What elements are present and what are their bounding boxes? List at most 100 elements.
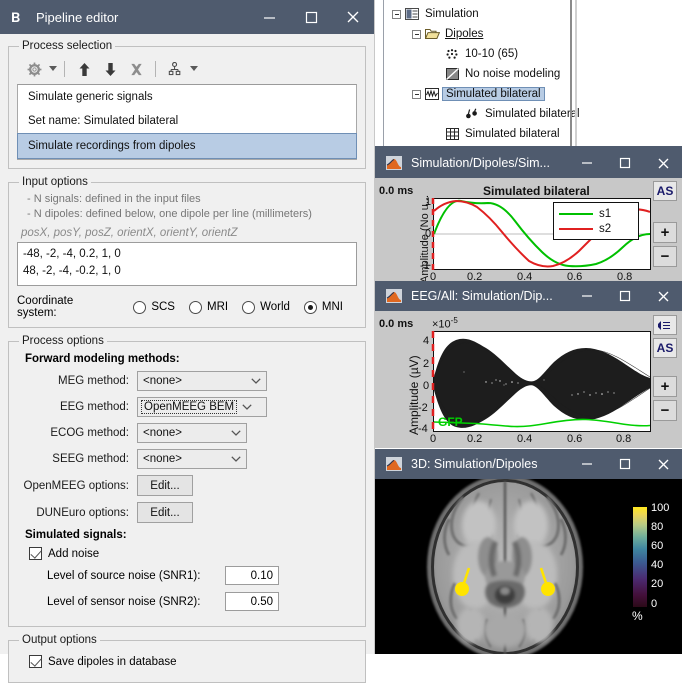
snr2-label: Level of sensor noise (SNR2): xyxy=(47,596,225,608)
input-options-group: Input options - N signals: defined in th… xyxy=(8,176,366,328)
eeg-xtick-0: 0 xyxy=(430,433,436,445)
close-button[interactable] xyxy=(644,281,682,311)
maximize-button[interactable] xyxy=(606,281,644,311)
auto-scale-button[interactable]: AS xyxy=(653,181,677,201)
pipeline-titlebar: 𝐁 Pipeline editor xyxy=(0,0,374,34)
ecog-method-select[interactable]: <none> xyxy=(137,423,247,443)
snr1-input[interactable]: 0.10 xyxy=(225,566,279,585)
minimize-button[interactable] xyxy=(568,449,606,479)
zoom-out-button[interactable]: − xyxy=(653,400,677,421)
zoom-out-button[interactable]: − xyxy=(653,246,677,267)
colorbar-tick-80: 80 xyxy=(651,522,663,533)
maximize-button[interactable] xyxy=(606,449,644,479)
database-tree-panel[interactable]: Simulation Dipoles xyxy=(375,0,682,152)
expander-icon[interactable] xyxy=(412,90,421,99)
minimize-button[interactable] xyxy=(568,148,606,178)
zoom-in-button[interactable]: + xyxy=(653,376,677,397)
radio-mri-dot xyxy=(189,301,202,314)
pipeline-title: Pipeline editor xyxy=(36,10,248,25)
tree-inner: Simulation Dipoles xyxy=(375,0,682,152)
matlab-icon xyxy=(385,154,403,172)
snr2-input[interactable]: 0.50 xyxy=(225,592,279,611)
eeg-ytick-4: 4 xyxy=(423,335,429,347)
signal-plot-title: Simulated bilateral xyxy=(483,184,590,198)
move-up-icon[interactable] xyxy=(71,58,97,80)
ecog-method-row: ECOG method: <none> xyxy=(17,423,357,443)
expander-icon[interactable] xyxy=(392,10,401,19)
radio-mri[interactable]: MRI xyxy=(189,301,228,314)
eeg-xtick-06: 0.6 xyxy=(567,433,582,445)
eeg-plot-area[interactable] xyxy=(433,331,651,432)
duneuro-edit-button[interactable]: Edit... xyxy=(137,502,193,523)
eeg-xtick-08: 0.8 xyxy=(616,433,631,445)
signal-time-cursor[interactable] xyxy=(431,198,435,270)
eeg-time-cursor[interactable] xyxy=(431,331,435,432)
close-button[interactable] xyxy=(644,148,682,178)
save-dipoles-checkbox[interactable]: Save dipoles in database xyxy=(29,655,357,668)
eeg-method-select[interactable]: OpenMEEG BEM xyxy=(137,397,267,417)
eeg-method-row: EEG method: OpenMEEG BEM xyxy=(17,397,357,417)
dipoles-textarea[interactable]: -48, -2, -4, 0.2, 1, 0 48, -2, -4, -0.2,… xyxy=(17,242,357,286)
radio-world-label: World xyxy=(260,301,290,313)
process-list[interactable]: Simulate generic signals Set name: Simul… xyxy=(17,84,357,160)
raw-data-icon xyxy=(424,87,440,101)
openmeeg-edit-button[interactable]: Edit... xyxy=(137,475,193,496)
tree-node-noise-modeling[interactable]: No noise modeling xyxy=(432,64,682,84)
tree-node-simulated-bilateral-dipoles[interactable]: Simulated bilateral xyxy=(452,104,682,124)
minimize-button[interactable] xyxy=(568,281,606,311)
zoom-in-button[interactable]: + xyxy=(653,222,677,243)
eeg-xtick-04: 0.4 xyxy=(517,433,532,445)
radio-world[interactable]: World xyxy=(242,301,290,314)
minimize-button[interactable] xyxy=(248,0,290,34)
dipole-line-0: -48, -2, -4, 0.2, 1, 0 xyxy=(23,246,351,263)
process-item-2[interactable]: Simulate recordings from dipoles xyxy=(17,133,357,159)
gear-dropdown-caret-icon[interactable] xyxy=(47,58,58,80)
process-selection-legend: Process selection xyxy=(19,40,115,52)
input-options-legend: Input options xyxy=(19,176,91,188)
maximize-button[interactable] xyxy=(290,0,332,34)
eeg-ytick-m4: -4 xyxy=(418,423,428,435)
process-item-1[interactable]: Set name: Simulated bilateral xyxy=(18,109,356,133)
close-button[interactable] xyxy=(332,0,374,34)
eeg-figure-title: EEG/All: Simulation/Dip... xyxy=(411,289,568,303)
radio-mni[interactable]: MNI xyxy=(304,301,343,314)
radio-mni-label: MNI xyxy=(322,301,343,313)
meg-method-select[interactable]: <none> xyxy=(137,371,267,391)
move-down-icon[interactable] xyxy=(97,58,123,80)
input-hint-0: - N signals: defined in the input files xyxy=(27,192,357,207)
expander-icon[interactable] xyxy=(412,30,421,39)
eeg-time-label: 0.0 ms xyxy=(379,318,413,330)
seeg-method-select[interactable]: <none> xyxy=(137,449,247,469)
montage-button[interactable] xyxy=(653,315,677,335)
colorbar-tick-40: 40 xyxy=(651,560,663,571)
pipeline-body: Process selection xyxy=(0,34,374,654)
tree-label-channels: 10-10 (65) xyxy=(465,48,518,60)
tree-vertical-splitter[interactable] xyxy=(570,0,572,146)
close-button[interactable] xyxy=(644,449,682,479)
gear-icon[interactable] xyxy=(21,58,47,80)
eeg-xtick-02: 0.2 xyxy=(467,433,482,445)
signal-figure-titlebar: Simulation/Dipoles/Sim... xyxy=(375,148,682,178)
pipeline-tree-icon[interactable] xyxy=(162,58,188,80)
radio-mni-dot xyxy=(304,301,317,314)
tree-node-simulation[interactable]: Simulation xyxy=(392,4,682,24)
tree-node-channels[interactable]: 10-10 (65) xyxy=(432,44,682,64)
delete-icon[interactable] xyxy=(123,58,149,80)
tree-node-dipoles[interactable]: Dipoles xyxy=(412,24,682,44)
svg-text:𝐁: 𝐁 xyxy=(11,10,20,24)
eeg-figure-titlebar: EEG/All: Simulation/Dip... xyxy=(375,281,682,311)
radio-world-dot xyxy=(242,301,255,314)
process-options-legend: Process options xyxy=(19,335,107,347)
3d-figure-body[interactable]: 100 80 60 40 20 0 % xyxy=(375,479,682,654)
auto-scale-button[interactable]: AS xyxy=(653,338,677,358)
pipeline-dropdown-caret-icon[interactable] xyxy=(188,58,199,80)
legend-row-s2: s2 xyxy=(559,221,633,236)
radio-scs[interactable]: SCS xyxy=(133,301,175,314)
maximize-button[interactable] xyxy=(606,148,644,178)
tree-node-simulated-bilateral-matrix[interactable]: Simulated bilateral xyxy=(432,124,682,144)
add-noise-checkbox[interactable]: Add noise xyxy=(29,547,357,560)
tree-label-dipoles[interactable]: Dipoles xyxy=(445,28,483,40)
process-item-0[interactable]: Simulate generic signals xyxy=(18,85,356,109)
add-noise-box xyxy=(29,547,42,560)
tree-node-simulated-bilateral-raw[interactable]: Simulated bilateral xyxy=(412,84,682,104)
